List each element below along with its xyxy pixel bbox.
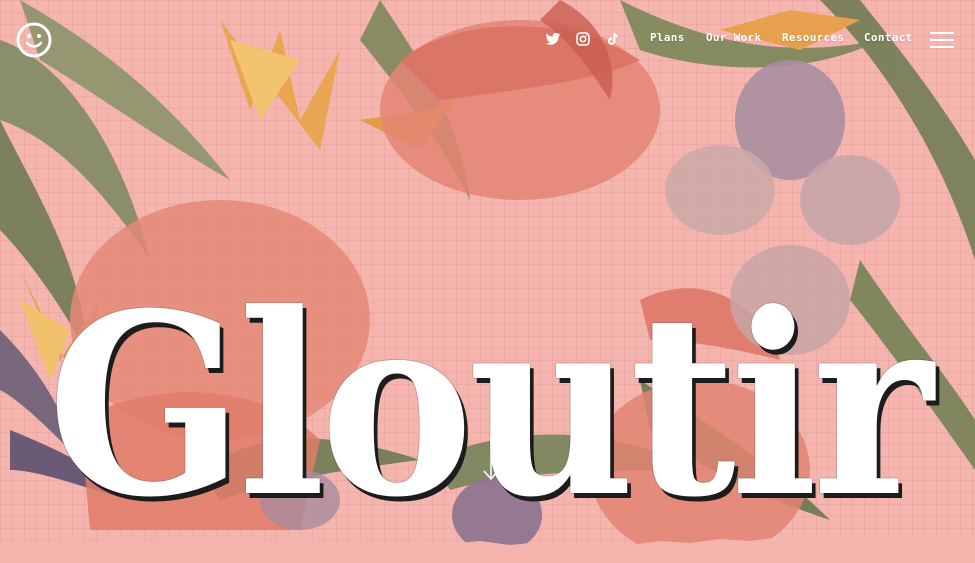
brand-title: Gloutir bbox=[47, 257, 933, 552]
hamburger-menu-icon[interactable] bbox=[930, 30, 956, 50]
top-navigation-bar: Plans Our Work Resources Contact bbox=[0, 0, 975, 80]
nav-link-contact[interactable]: Contact bbox=[864, 31, 912, 44]
nav-link-resources[interactable]: Resources bbox=[782, 31, 844, 44]
hero-section: Plans Our Work Resources Contact Gloutir bbox=[0, 0, 975, 563]
tiktok-icon[interactable] bbox=[604, 31, 622, 49]
nav-link-our-work[interactable]: Our Work bbox=[706, 31, 761, 44]
torn-paper-edge bbox=[0, 535, 975, 563]
instagram-icon[interactable] bbox=[575, 31, 593, 49]
arrow-down-icon[interactable] bbox=[481, 435, 501, 483]
nav-link-plans[interactable]: Plans bbox=[650, 31, 685, 44]
twitter-icon[interactable] bbox=[545, 31, 563, 49]
smiley-face-icon[interactable] bbox=[16, 22, 52, 58]
